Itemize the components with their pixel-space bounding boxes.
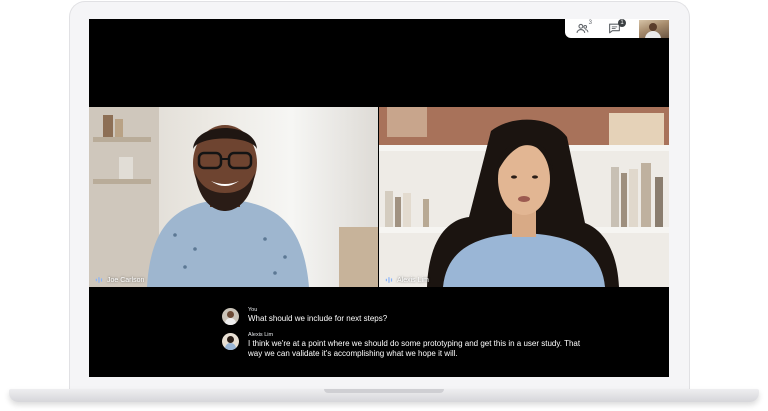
people-icon bbox=[576, 23, 588, 33]
caption-content: You What should we include for next step… bbox=[248, 307, 387, 324]
video-tile-joe[interactable]: Joe Carlson bbox=[89, 107, 378, 287]
live-captions: You What should we include for next step… bbox=[222, 307, 582, 366]
self-view-head bbox=[649, 22, 657, 31]
caption-text: What should we include for next steps? bbox=[248, 314, 388, 323]
avatar-body bbox=[225, 343, 236, 350]
meeting-screen: 3 1 Joe Carlson Alexis Lim You What shou… bbox=[89, 19, 669, 377]
caption-text: I think we're at a point where we should… bbox=[248, 339, 581, 358]
avatar-body bbox=[225, 318, 236, 325]
video-tile-alexis[interactable]: Alexis Lim bbox=[379, 107, 669, 287]
tile-name-tag: Alexis Lim bbox=[385, 276, 429, 284]
avatar-head bbox=[227, 311, 234, 318]
audio-wave-icon bbox=[385, 277, 393, 283]
laptop-notch bbox=[324, 389, 444, 393]
avatar-head bbox=[227, 336, 234, 343]
caption-content: Alexis Lim I think we're at a point wher… bbox=[248, 332, 582, 359]
tile-name-tag: Joe Carlson bbox=[95, 276, 144, 284]
laptop-mockup: 3 1 Joe Carlson Alexis Lim You What shou… bbox=[0, 0, 768, 411]
caption-row: You What should we include for next step… bbox=[222, 307, 582, 325]
self-view-body bbox=[645, 30, 661, 38]
avatar bbox=[222, 308, 239, 325]
participant-name: Alexis Lim bbox=[397, 276, 429, 284]
participant-name: Joe Carlson bbox=[107, 276, 145, 284]
self-view-thumbnail[interactable] bbox=[639, 19, 669, 38]
participants-button[interactable]: 3 bbox=[571, 19, 593, 37]
caption-row: Alexis Lim I think we're at a point wher… bbox=[222, 332, 582, 359]
audio-wave-icon bbox=[95, 277, 103, 283]
chat-badge: 1 bbox=[618, 19, 626, 27]
meeting-top-controls: 3 1 bbox=[565, 19, 669, 38]
caption-speaker: Alexis Lim bbox=[248, 332, 274, 338]
caption-speaker: You bbox=[248, 307, 258, 313]
chat-button[interactable]: 1 bbox=[603, 19, 626, 37]
alexis-video-feed bbox=[379, 107, 669, 287]
avatar bbox=[222, 333, 239, 350]
joe-video-feed bbox=[89, 107, 378, 287]
participants-count: 3 bbox=[588, 19, 592, 26]
